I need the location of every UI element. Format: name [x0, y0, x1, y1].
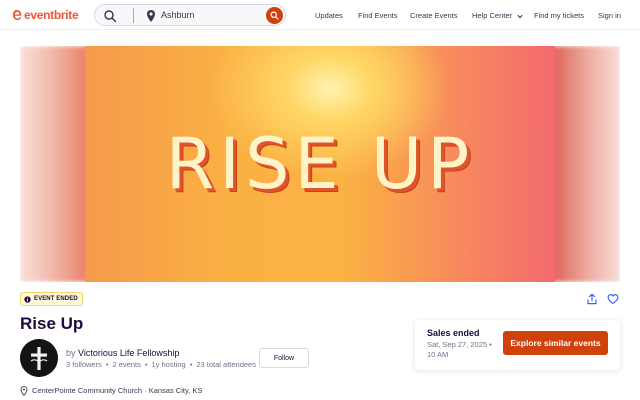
organizer-prefix: by: [66, 348, 76, 358]
organizer-avatar[interactable]: [20, 339, 58, 377]
info-icon: [24, 295, 31, 303]
hero-fade-right: [554, 46, 620, 282]
hero-fade-left: [20, 46, 86, 282]
nav-create-events[interactable]: Create Events: [410, 11, 458, 20]
status-badge-label: EVENT ENDED: [34, 296, 78, 302]
events-count: 2 events: [112, 360, 141, 369]
search-submit-button[interactable]: [266, 7, 283, 24]
search-icon[interactable]: [103, 9, 117, 23]
sales-status-title: Sales ended: [427, 328, 480, 338]
location-text: CenterPointe Community Church · Kansas C…: [32, 386, 203, 395]
separator-dot: •: [144, 360, 148, 369]
share-icon[interactable]: [586, 293, 598, 305]
nav-help-center-label: Help Center: [472, 11, 513, 20]
event-date-time: Sat, Sep 27, 2025 • 10 AM: [427, 340, 492, 359]
pin-icon: [147, 10, 155, 22]
nav-help-center[interactable]: Help Center: [472, 11, 523, 20]
chevron-down-icon: [517, 14, 523, 18]
separator-dot: •: [105, 360, 109, 369]
top-header: eventbrite Ashburn Updates Find Events C…: [0, 0, 640, 30]
explore-similar-events-button[interactable]: Explore similar events: [503, 331, 608, 355]
followers-count: 3 followers: [66, 360, 102, 369]
heart-icon[interactable]: [607, 293, 619, 305]
nav-updates[interactable]: Updates: [315, 11, 343, 20]
status-badge: EVENT ENDED: [20, 292, 83, 306]
event-title: Rise Up: [20, 314, 84, 333]
search-divider: [133, 8, 134, 23]
location-input[interactable]: Ashburn: [161, 9, 195, 22]
separator-dot: •: [189, 360, 193, 369]
nav-find-my-tickets[interactable]: Find my tickets: [534, 11, 584, 20]
pin-icon: [20, 386, 28, 396]
nav-find-events[interactable]: Find Events: [358, 11, 398, 20]
cross-icon: [20, 339, 58, 377]
hosting-duration: 1y hosting: [151, 360, 186, 369]
logo-text: eventbrite: [24, 8, 79, 22]
organizer-stats: 3 followers • 2 events • 1y hosting • 23 total…: [66, 359, 256, 370]
follow-button[interactable]: Follow: [259, 348, 309, 368]
hero-image-text: RISE UP: [165, 123, 475, 205]
search-bar[interactable]: Ashburn: [94, 4, 286, 26]
organizer-name-link[interactable]: Victorious Life Fellowship: [78, 348, 179, 358]
sales-status-card: Sales ended Sat, Sep 27, 2025 • 10 AM Ex…: [415, 320, 620, 370]
search-icon: [270, 11, 279, 20]
event-hero-banner: RISE UP: [20, 46, 620, 282]
hero-image: RISE UP: [85, 46, 555, 282]
total-attendees: 23 total attendees: [196, 360, 256, 369]
eventbrite-logo[interactable]: eventbrite: [12, 8, 79, 22]
event-location: CenterPointe Community Church · Kansas C…: [20, 386, 202, 396]
eventbrite-logo-icon: [13, 10, 22, 20]
organizer-line: by Victorious Life Fellowship: [66, 347, 179, 359]
nav-sign-in[interactable]: Sign in: [598, 11, 621, 20]
